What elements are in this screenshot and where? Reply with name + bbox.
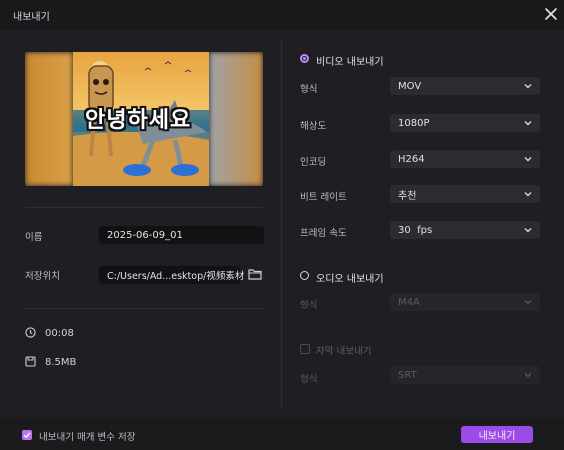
encoding-value: H264 xyxy=(398,153,425,165)
subtitle-format-select[interactable]: SRT xyxy=(390,366,540,384)
encoding-label: 인코딩 xyxy=(300,157,327,168)
file-size-value: 8.5MB xyxy=(45,357,77,368)
window-title: 내보내기 xyxy=(13,12,50,23)
resolution-label: 해상도 xyxy=(300,121,327,132)
preview-overlay-text: 안녕하세요 xyxy=(85,108,192,133)
close-icon[interactable] xyxy=(543,6,559,22)
vertical-divider xyxy=(281,40,282,410)
frame-rate-value: 30 fps xyxy=(398,224,433,236)
frame-rate-select[interactable]: 30 fps xyxy=(390,221,540,239)
video-preview: 안녕하세요 xyxy=(25,52,263,186)
subtitle-format-label: 형식 xyxy=(300,374,318,385)
folder-icon[interactable] xyxy=(248,268,262,280)
name-input[interactable]: 2025-06-09_01 xyxy=(99,226,264,244)
subtitle-format-value: SRT xyxy=(398,369,417,381)
check-icon xyxy=(23,432,31,439)
resolution-value: 1080P xyxy=(398,117,430,129)
subtitle-export-heading: 자막 내보내기 xyxy=(316,346,372,357)
file-size-icon xyxy=(25,356,36,367)
save-location-label: 저장위치 xyxy=(25,271,60,282)
chevron-down-icon xyxy=(524,228,532,233)
save-params-checkbox[interactable] xyxy=(22,430,32,440)
chevron-down-icon xyxy=(524,192,532,197)
format-value: MOV xyxy=(398,80,422,92)
chevron-down-icon xyxy=(524,121,532,126)
duration-value: 00:08 xyxy=(45,328,74,339)
audio-export-heading: 오디오 내보내기 xyxy=(316,274,384,285)
chevron-down-icon xyxy=(524,300,532,305)
name-label: 이름 xyxy=(25,232,43,243)
audio-format-select[interactable]: M4A xyxy=(390,293,540,311)
audio-export-radio[interactable] xyxy=(300,271,309,280)
left-divider xyxy=(25,207,263,208)
frame-rate-label: 프레임 속도 xyxy=(300,228,347,239)
bitrate-select[interactable]: 추천 xyxy=(390,185,540,203)
chevron-down-icon xyxy=(524,157,532,162)
format-label: 형식 xyxy=(300,84,318,95)
export-button[interactable]: 내보내기 xyxy=(461,426,533,443)
title-bar xyxy=(0,0,564,30)
audio-format-value: M4A xyxy=(398,296,420,308)
video-export-heading: 비디오 내보내기 xyxy=(316,57,384,68)
save-path-field[interactable]: C:/Users/Ad...esktop/视频素材 xyxy=(99,266,244,284)
format-select[interactable]: MOV xyxy=(390,77,540,95)
encoding-select[interactable]: H264 xyxy=(390,150,540,168)
clock-icon xyxy=(25,327,36,338)
video-export-radio[interactable] xyxy=(300,54,309,63)
bitrate-value: 추천 xyxy=(398,190,417,202)
bitrate-label: 비트 레이트 xyxy=(300,192,347,203)
chevron-down-icon xyxy=(524,84,532,89)
subtitle-export-checkbox[interactable] xyxy=(300,344,310,354)
audio-format-label: 형식 xyxy=(300,300,318,311)
save-params-label: 내보내기 매개 변수 저장 xyxy=(39,432,136,443)
left-divider-2 xyxy=(25,308,263,309)
chevron-down-icon xyxy=(524,373,532,378)
resolution-select[interactable]: 1080P xyxy=(390,114,540,132)
